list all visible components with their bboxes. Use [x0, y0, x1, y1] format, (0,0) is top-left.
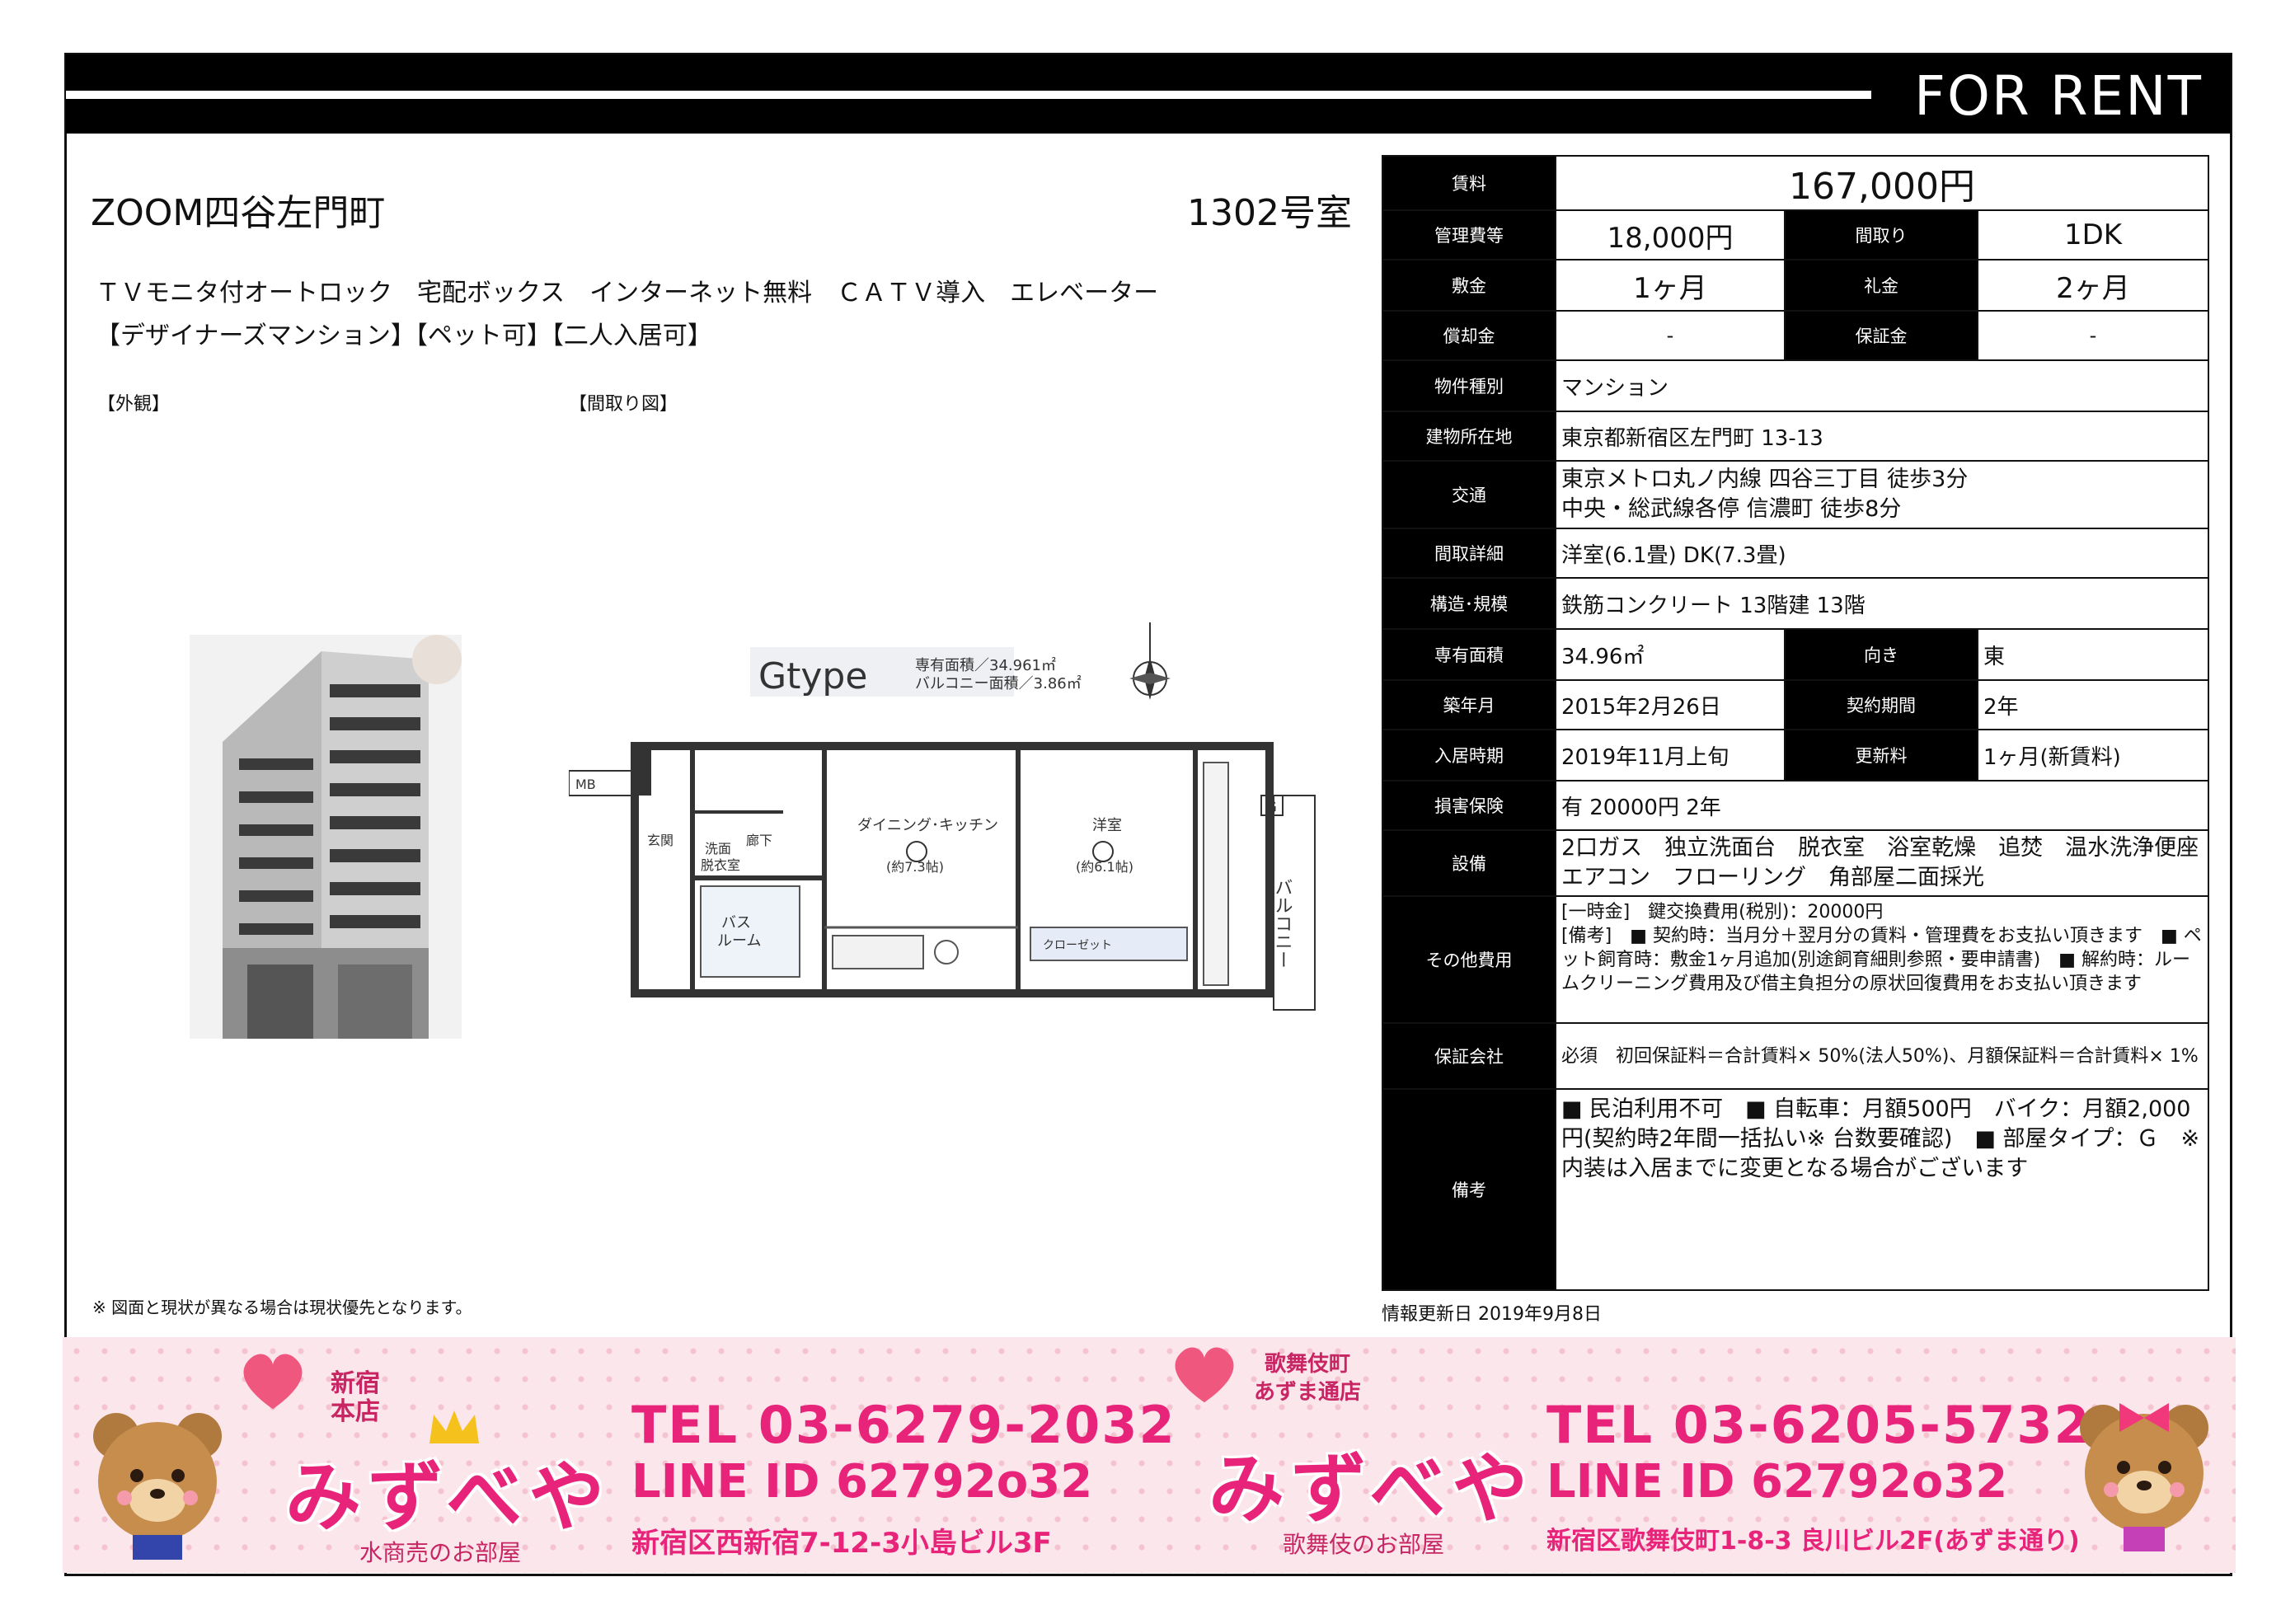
keymoney-key: 礼金: [1784, 259, 1978, 312]
shop1-address: 新宿区西新宿7-12-3小島ビル3F: [631, 1527, 1052, 1560]
transit-line-2: 中央・総武線各停 信濃町 徒歩8分: [1561, 496, 1902, 522]
address-key: 建物所在地: [1382, 411, 1556, 462]
movein-value: 2019年11月上旬: [1555, 729, 1786, 781]
structure-key: 構造･規模: [1382, 577, 1556, 630]
shop1-sub: 水商売のお部屋: [359, 1539, 522, 1566]
shop1-tag: 新宿 本店: [331, 1369, 380, 1426]
svg-text:MB: MB: [575, 777, 596, 792]
direction-key: 向き: [1784, 628, 1978, 681]
contract-value: 2年: [1977, 679, 2209, 730]
other-key: その他費用: [1382, 895, 1556, 1024]
transit-key: 交通: [1382, 460, 1556, 529]
exterior-photo: [190, 635, 462, 1039]
shop1-logo: みずべや: [285, 1453, 612, 1542]
plan-type: Gtype: [758, 655, 867, 697]
layout-detail-value: 洋室(6.1畳) DK(7.3畳): [1555, 528, 2209, 579]
renewal-key: 更新料: [1784, 729, 1978, 781]
footnote: ※ 図面と現状が異なる場合は現状優先となります。: [92, 1298, 472, 1317]
guarantee-key: 保証金: [1784, 310, 1978, 361]
bear-mascot-girl-icon: [2080, 1403, 2208, 1551]
svg-text:クローゼット: クローゼット: [1043, 939, 1112, 952]
deposit-value: 1ヶ月: [1555, 259, 1786, 312]
shop2-logo: みずべや: [1209, 1445, 1535, 1533]
bear-mascot-icon: [93, 1413, 222, 1560]
address-value: 東京都新宿区左門町 13-13: [1555, 411, 2209, 462]
keymoney-value: 2ヶ月: [1977, 259, 2209, 312]
svg-text:バス: バス: [721, 914, 751, 932]
rent-value: 167,000円: [1555, 155, 2209, 211]
movein-key: 入居時期: [1382, 729, 1556, 781]
area-key: 専有面積: [1382, 628, 1556, 681]
exterior-label: 【外観】: [97, 394, 171, 415]
floor-plan: Gtype 専有面積／34.961㎡ バルコニー面積／3.86㎡ MB ダイニン…: [568, 606, 1360, 1035]
header-bar: FOR RENT: [66, 54, 2231, 134]
renewal-value: 1ヶ月(新賃料): [1977, 729, 2209, 781]
header-stripe: [66, 91, 1871, 99]
direction-value: 東: [1977, 628, 2209, 681]
mgmt-key: 管理費等: [1382, 209, 1556, 260]
remarks-key: 備考: [1382, 1088, 1556, 1291]
shop2-tag: 歌舞伎町 あずま通店: [1253, 1352, 1361, 1405]
floorplan-label: 【間取り図】: [569, 394, 678, 415]
building-name: ZOOM四谷左門町: [91, 192, 386, 234]
plan-room-dining: ダイニング･キッチン: [857, 817, 998, 834]
amort-value: -: [1555, 310, 1786, 361]
guarantor-key: 保証会社: [1382, 1022, 1556, 1090]
transit-value: 東京メトロ丸ノ内線 四谷三丁目 徒歩3分 中央・総武線各停 信濃町 徒歩8分: [1555, 460, 2209, 529]
features: ＴＶモニタ付オートロック 宅配ボックス インターネット無料 ＣＡＴＶ導入 エレベ…: [96, 272, 1158, 358]
built-key: 築年月: [1382, 679, 1556, 730]
amort-key: 償却金: [1382, 310, 1556, 361]
type-key: 物件種別: [1382, 359, 1556, 412]
structure-value: 鉄筋コンクリート 13階建 13階: [1555, 577, 2209, 630]
deposit-key: 敷金: [1382, 259, 1556, 312]
type-value: マンション: [1555, 359, 2209, 412]
other-value: [一時金] 鍵交換費用(税別)：20000円 [備考] ■ 契約時：当月分＋翌月…: [1555, 895, 2209, 1024]
plan-balcony: バルコニー面積／3.86㎡: [915, 674, 1082, 692]
guarantee-value: -: [1977, 310, 2209, 361]
room-number: 1302号室: [1187, 192, 1352, 234]
svg-text:脱衣室: 脱衣室: [701, 857, 740, 873]
spec-table: 賃料 167,000円 管理費等 18,000円 間取り 1DK 敷金 1ヶ月 …: [1382, 155, 2221, 1291]
heart-balloon-icon: [243, 1354, 303, 1410]
contract-key: 契約期間: [1784, 679, 1978, 730]
insurance-key: 損害保険: [1382, 780, 1556, 831]
updated-date: 情報更新日 2019年9月8日: [1382, 1304, 1602, 1325]
features-line-1: ＴＶモニタ付オートロック 宅配ボックス インターネット無料 ＣＡＴＶ導入 エレベ…: [96, 279, 1159, 307]
shop1-info: TEL 03-6279-2032 LINE ID 62792o32 新宿区西新宿…: [631, 1395, 1176, 1561]
shop2-info: TEL 03-6205-5732 LINE ID 62792o32 新宿区歌舞伎…: [1546, 1395, 2091, 1556]
built-value: 2015年2月26日: [1555, 679, 1786, 730]
shop1-tel: TEL 03-6279-2032: [631, 1395, 1176, 1455]
ad-banner: 新宿 本店 みずべや 水商売のお部屋 TEL 03-6279-2032 LINE…: [63, 1337, 2236, 1573]
shop2-line: LINE ID 62792o32: [1546, 1455, 2008, 1509]
shop2-sub: 歌舞伎のお部屋: [1283, 1531, 1445, 1558]
layout-value: 1DK: [1977, 209, 2209, 260]
svg-text:玄関: 玄関: [647, 833, 673, 848]
shop2-tel: TEL 03-6205-5732: [1546, 1395, 2091, 1455]
rent-key: 賃料: [1382, 155, 1556, 211]
shop2-address: 新宿区歌舞伎町1-8-3 良川ビル2F(あずま通り): [1546, 1527, 2080, 1556]
area-value: 34.96㎡: [1555, 628, 1786, 681]
features-line-2: 【デザイナーズマンション】【ペット可】【二人入居可】: [96, 322, 712, 350]
layout-detail-key: 間取詳細: [1382, 528, 1556, 579]
svg-text:G: G: [1265, 799, 1277, 816]
equipment-key: 設備: [1382, 829, 1556, 897]
mgmt-value: 18,000円: [1555, 209, 1786, 260]
remarks-value: ■ 民泊利用不可 ■ 自転車：月額500円 バイク：月額2,000円(契約時2年…: [1555, 1088, 2209, 1291]
svg-text:廊下: 廊下: [746, 833, 772, 848]
guarantor-value: 必須 初回保証料＝合計賃料× 50%(法人50%)、月額保証料＝合計賃料× 1%: [1555, 1022, 2209, 1090]
insurance-value: 有 20000円 2年: [1555, 780, 2209, 831]
svg-text:バルコニー: バルコニー: [1272, 878, 1293, 969]
transit-line-1: 東京メトロ丸ノ内線 四谷三丁目 徒歩3分: [1561, 467, 1969, 492]
compass-icon: [1129, 622, 1171, 700]
shop1-line: LINE ID 62792o32: [631, 1455, 1093, 1509]
equipment-value: 2口ガス 独立洗面台 脱衣室 浴室乾燥 追焚 温水洗浄便座 エアコン フローリン…: [1555, 829, 2221, 897]
layout-key: 間取り: [1784, 209, 1978, 260]
svg-text:洗面: 洗面: [705, 841, 731, 857]
plan-room-western: 洋室: [1092, 817, 1122, 834]
svg-text:ルーム: ルーム: [717, 932, 761, 950]
for-rent-label: FOR RENT: [1914, 64, 2203, 128]
plan-area: 専有面積／34.961㎡: [915, 656, 1056, 674]
